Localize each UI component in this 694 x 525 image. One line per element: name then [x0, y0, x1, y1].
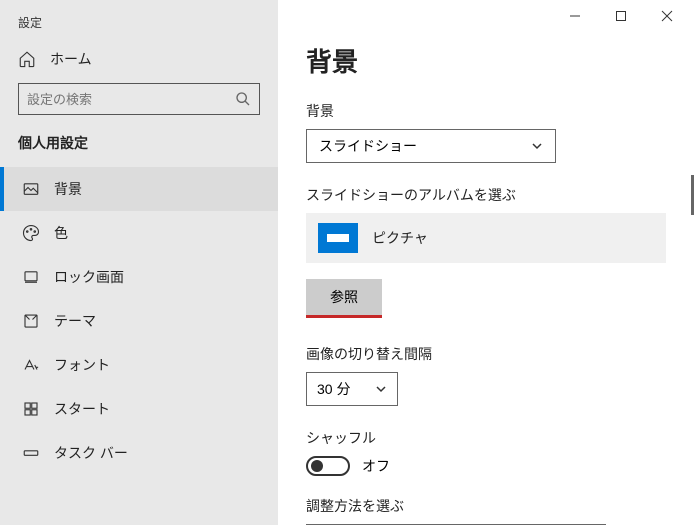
toggle-knob [311, 460, 323, 472]
minimize-icon [569, 10, 581, 22]
lock-screen-icon [22, 268, 40, 286]
search-input[interactable] [27, 92, 235, 107]
shuffle-toggle[interactable] [306, 456, 350, 476]
section-title: 個人用設定 [0, 133, 278, 167]
nav-label: 背景 [54, 179, 82, 199]
nav-label: タスク バー [54, 443, 128, 463]
nav-label: スタート [54, 399, 110, 419]
home-label: ホーム [50, 49, 92, 69]
album-row[interactable]: ピクチャ [306, 213, 666, 263]
folder-icon [318, 223, 358, 253]
minimize-button[interactable] [552, 0, 598, 32]
bg-label: 背景 [306, 101, 666, 121]
sidebar: 設定 ホーム 個人用設定 背景 色 ロック画面 テーマ [0, 0, 278, 525]
chevron-down-icon [531, 140, 543, 152]
close-button[interactable] [644, 0, 690, 32]
home-button[interactable]: ホーム [0, 31, 278, 83]
nav-item-taskbar[interactable]: タスク バー [0, 431, 278, 475]
maximize-button[interactable] [598, 0, 644, 32]
nav-item-lockscreen[interactable]: ロック画面 [0, 255, 278, 299]
shuffle-label: シャッフル [306, 428, 666, 448]
bg-dropdown-value: スライドショー [319, 136, 417, 156]
nav-item-fonts[interactable]: フォント [0, 343, 278, 387]
bg-dropdown[interactable]: スライドショー [306, 129, 556, 163]
interval-label: 画像の切り替え間隔 [306, 344, 666, 364]
titlebar [278, 0, 694, 32]
album-value: ピクチャ [372, 228, 428, 248]
start-icon [22, 400, 40, 418]
search-box[interactable] [18, 83, 260, 115]
interval-dropdown[interactable]: 30 分 [306, 372, 398, 406]
nav-list: 背景 色 ロック画面 テーマ フォント スタート タスク バー [0, 167, 278, 475]
album-label: スライドショーのアルバムを選ぶ [306, 185, 666, 205]
content-area: 背景 背景 スライドショー スライドショーのアルバムを選ぶ ピクチャ 参照 画像… [278, 32, 694, 525]
maximize-icon [615, 10, 627, 22]
browse-button[interactable]: 参照 [306, 279, 382, 318]
font-icon [22, 356, 40, 374]
image-icon [22, 180, 40, 198]
home-icon [18, 50, 36, 68]
shuffle-state: オフ [362, 456, 390, 476]
nav-label: ロック画面 [54, 267, 124, 287]
close-icon [661, 10, 673, 22]
window-title: 設定 [0, 0, 278, 31]
nav-label: テーマ [54, 311, 96, 331]
nav-item-background[interactable]: 背景 [0, 167, 278, 211]
nav-label: 色 [54, 223, 68, 243]
palette-icon [22, 224, 40, 242]
search-icon [235, 91, 251, 107]
taskbar-icon [22, 444, 40, 462]
chevron-down-icon [375, 383, 387, 395]
nav-item-colors[interactable]: 色 [0, 211, 278, 255]
fit-label: 調整方法を選ぶ [306, 496, 666, 516]
main-panel: 背景 背景 スライドショー スライドショーのアルバムを選ぶ ピクチャ 参照 画像… [278, 0, 694, 525]
nav-label: フォント [54, 355, 110, 375]
nav-item-start[interactable]: スタート [0, 387, 278, 431]
nav-item-themes[interactable]: テーマ [0, 299, 278, 343]
interval-value: 30 分 [317, 379, 350, 399]
page-title: 背景 [306, 42, 666, 79]
theme-icon [22, 312, 40, 330]
